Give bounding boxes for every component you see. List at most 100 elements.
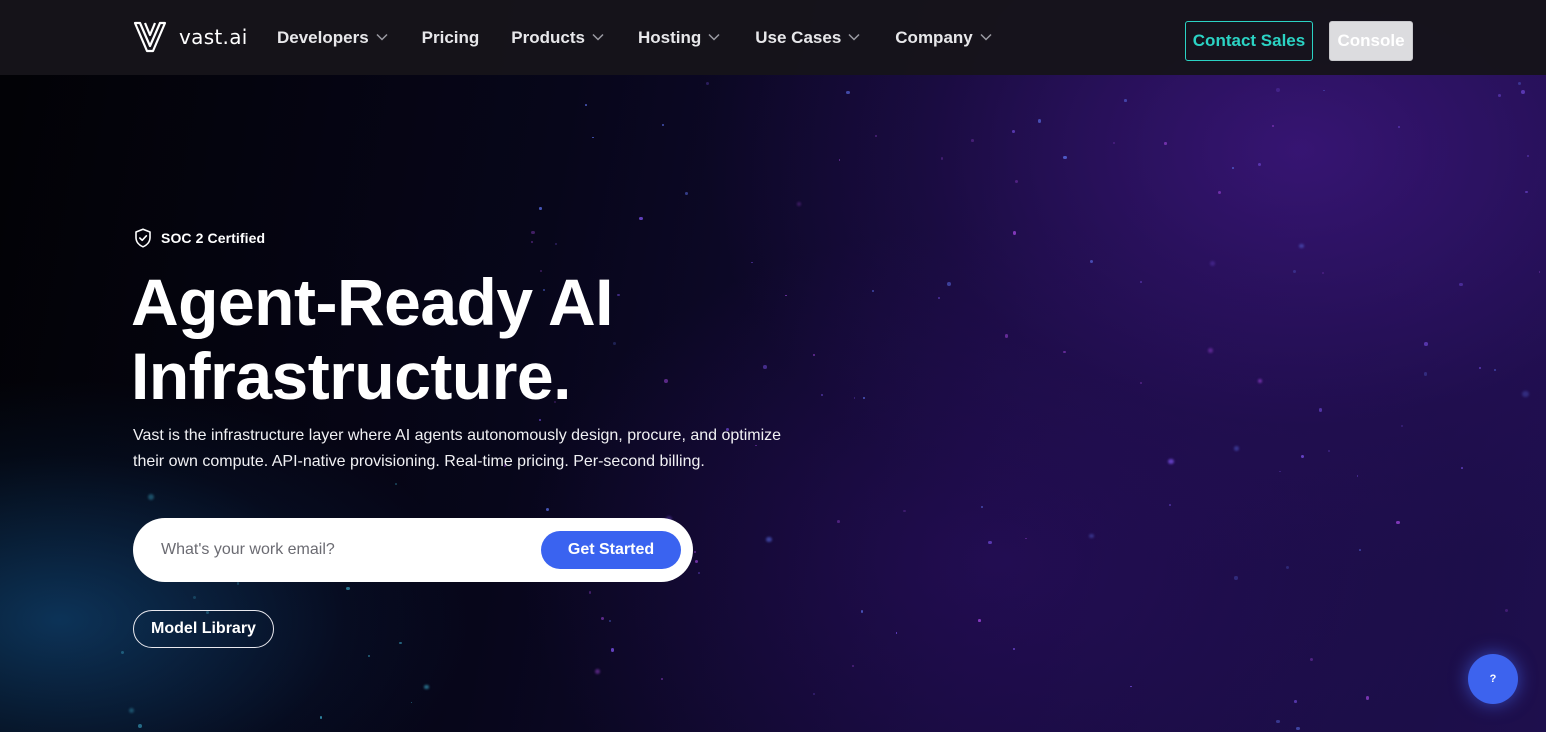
star-dot [1025, 537, 1027, 540]
star-dot [1309, 657, 1314, 662]
star-dot [1276, 719, 1280, 724]
star-dot [538, 418, 542, 421]
star-dot [591, 136, 594, 139]
star-dot [1231, 167, 1234, 169]
hero-headline: Agent-Ready AI Infrastructure. [131, 265, 831, 413]
star-dot [1208, 347, 1213, 353]
star-dot [1459, 282, 1464, 287]
star-dot [1322, 272, 1324, 275]
star-dot [978, 619, 981, 622]
star-dot [1279, 470, 1281, 473]
menu-products-label: Products [511, 27, 585, 47]
star-dot [1210, 261, 1215, 267]
star-dot [1521, 90, 1526, 94]
star-dot [1089, 259, 1093, 263]
star-dot [1424, 342, 1428, 346]
star-dot [367, 654, 371, 658]
star-dot [588, 591, 592, 594]
menu-pricing-label: Pricing [421, 27, 480, 47]
star-dot [751, 261, 753, 264]
star-dot [546, 507, 550, 511]
star-dot [860, 609, 864, 613]
star-dot [938, 296, 941, 300]
star-dot [1505, 609, 1509, 613]
logo-link[interactable]: vast.ai [133, 20, 248, 54]
menu-hosting-label: Hosting [637, 27, 702, 47]
star-dot [1526, 154, 1530, 158]
menu-hosting[interactable]: Hosting [638, 28, 720, 48]
star-dot [846, 90, 850, 95]
star-dot [399, 641, 402, 645]
star-dot [1300, 455, 1304, 459]
model-library-button[interactable]: Model Library [133, 610, 274, 648]
star-dot [1517, 82, 1521, 86]
star-dot [1124, 99, 1127, 102]
star-dot [1012, 648, 1015, 651]
star-dot [837, 519, 840, 523]
star-dot [600, 616, 605, 621]
star-dot [1356, 474, 1359, 477]
star-dot [1037, 118, 1042, 123]
star-dot [662, 123, 665, 126]
star-dot [424, 684, 429, 690]
menu-developers[interactable]: Developers [277, 28, 388, 48]
menu-pricing[interactable]: Pricing [422, 28, 480, 48]
star-dot [1129, 685, 1132, 688]
star-dot [1294, 700, 1297, 703]
star-dot [1113, 141, 1116, 144]
star-dot [1497, 94, 1501, 97]
star-dot [1319, 408, 1323, 412]
chevron-down-icon [980, 33, 992, 41]
star-dot [1014, 180, 1018, 184]
star-dot [685, 191, 689, 195]
star-dot [1327, 450, 1331, 453]
star-dot [1012, 231, 1016, 235]
menu-products[interactable]: Products [511, 28, 604, 48]
menu-company[interactable]: Company [895, 27, 992, 48]
star-dot [192, 595, 197, 600]
star-dot [1293, 269, 1297, 274]
star-dot [594, 668, 600, 674]
get-started-button[interactable]: Get Started [541, 531, 681, 569]
star-dot [539, 207, 542, 210]
star-dot [1140, 281, 1142, 284]
menu-developers-label: Developers [277, 27, 369, 47]
star-dot [1493, 368, 1496, 371]
star-dot [120, 651, 124, 655]
star-dot [1063, 155, 1067, 159]
star-dot [128, 707, 135, 714]
star-dot [1257, 162, 1262, 167]
menu-company-label: Company [895, 27, 973, 47]
email-signup-form: Get Started [133, 518, 693, 582]
work-email-input[interactable] [161, 534, 531, 566]
star-dot [698, 572, 700, 574]
menu-use-cases[interactable]: Use Cases [755, 28, 860, 48]
star-dot [319, 716, 323, 719]
star-dot [1401, 425, 1404, 428]
console-button[interactable]: Console [1329, 21, 1413, 61]
star-dot [853, 397, 856, 400]
shield-check-icon [135, 228, 151, 248]
soc2-badge: SOC 2 Certified [134, 228, 265, 248]
star-dot [1286, 565, 1290, 569]
star-dot [147, 493, 154, 501]
star-dot [1525, 190, 1528, 194]
star-dot [608, 619, 611, 622]
star-dot [838, 159, 841, 161]
star-dot [1296, 726, 1300, 731]
star-dot [1234, 446, 1240, 452]
star-dot [1299, 243, 1304, 249]
star-dot [1365, 696, 1370, 700]
star-dot [639, 216, 643, 221]
star-dot [531, 230, 535, 234]
chevron-down-icon [708, 33, 720, 41]
star-dot [585, 104, 587, 106]
star-dot [410, 701, 413, 704]
help-chat-button[interactable]: ? [1468, 654, 1518, 704]
main-menu: Developers Pricing Products Hosting Use … [277, 0, 992, 75]
star-dot [1063, 350, 1066, 354]
chevron-down-icon [848, 33, 860, 41]
star-dot [871, 290, 874, 293]
contact-sales-button[interactable]: Contact Sales [1185, 21, 1313, 61]
star-dot [1164, 142, 1167, 145]
